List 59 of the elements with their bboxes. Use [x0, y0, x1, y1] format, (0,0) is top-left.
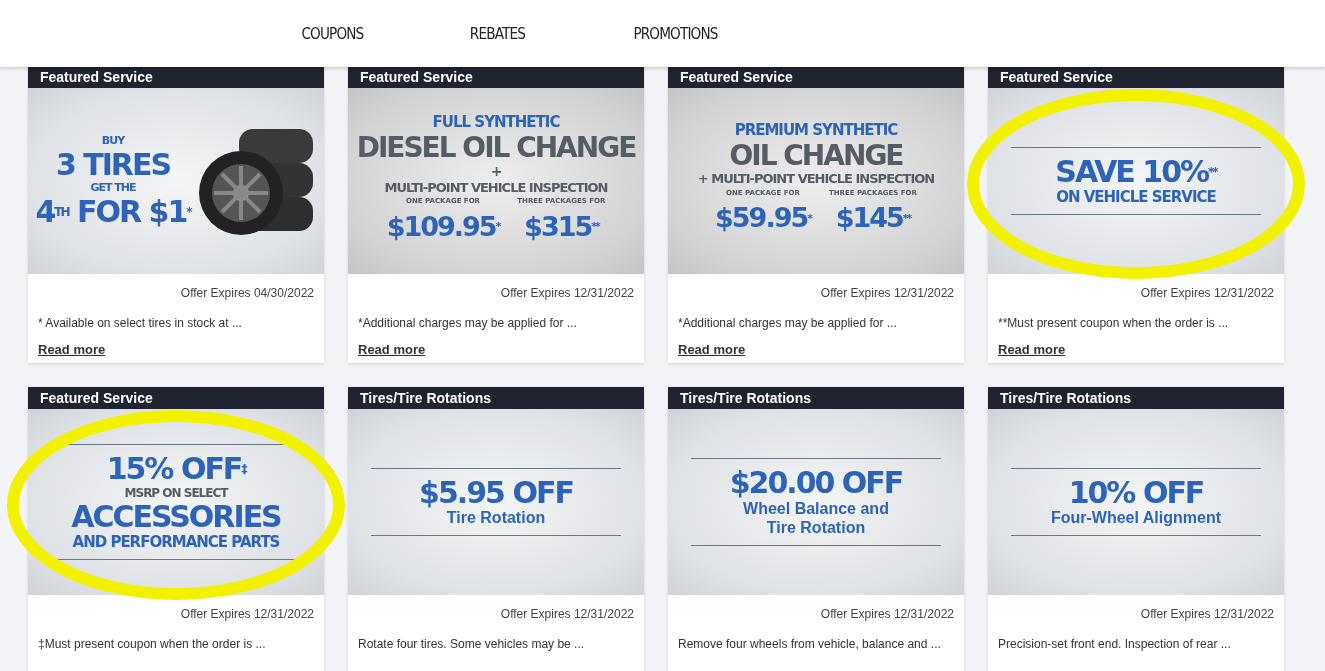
offer-description: * Available on select tires in stock at ...	[38, 315, 243, 332]
card-category: Featured Service	[348, 66, 644, 88]
offer-expiry: Offer Expires 12/31/2022	[1139, 285, 1274, 302]
banner-text: + MULTI-POINT VEHICLE INSPECTION	[697, 172, 935, 186]
offer-description: **Must present coupon when the order is ...	[998, 315, 1230, 332]
price-amount: $315$^{**}$	[524, 209, 599, 244]
banner-text: 10% OFF	[1068, 476, 1204, 509]
offer-description: Precision-set front end. Inspection of rear ...	[998, 636, 1232, 653]
card-category: Tires/Tire Rotations	[348, 387, 644, 409]
card-category: Tires/Tire Rotations	[988, 387, 1284, 409]
banner-text: Tire Rotation	[446, 510, 546, 528]
offer-expiry: Offer Expires 12/31/2022	[1139, 606, 1274, 623]
nav-tab[interactable]: PROMOTIONS	[633, 21, 718, 46]
banner-text: 3 TIRES	[55, 148, 171, 180]
read-more-link[interactable]: Read more	[998, 342, 1066, 357]
price-amount: $59.95$^{*}$	[715, 201, 811, 236]
offer-expiry: Offer Expires 12/31/2022	[179, 606, 314, 623]
banner-text: Tire Rotation	[766, 519, 866, 537]
offer-expiry: Offer Expires 12/31/2022	[499, 285, 634, 302]
banner-text: ON VEHICLE SERVICE	[1056, 189, 1216, 206]
banner-text: $20.00 OFF	[729, 467, 903, 499]
card-category: Tires/Tire Rotations	[668, 387, 964, 409]
banner-text: $5.95 OFF	[419, 476, 573, 509]
card-category: Featured Service	[988, 66, 1284, 88]
read-more-link[interactable]: Read more	[358, 342, 426, 357]
nav-tab[interactable]: COUPONS	[301, 21, 364, 46]
banner-text: MULTI-POINT VEHICLE INSPECTION	[384, 180, 608, 195]
offer-description: Remove four wheels from vehicle, balance and ...	[678, 636, 942, 653]
offer-expiry: Offer Expires 12/31/2022	[819, 285, 954, 302]
offer-expiry: Offer Expires 12/31/2022	[819, 606, 954, 623]
price-amount: $109.95$^{*}$	[386, 209, 500, 244]
banner-text: FULL SYNTHETIC	[432, 114, 560, 131]
banner-text: AND PERFORMANCE PARTS	[72, 534, 280, 551]
banner-text: DIESEL OIL CHANGE	[356, 132, 636, 162]
banner-text: MSRP ON SELECT	[124, 486, 228, 500]
banner-text: 4$^{TH}$ FOR $1$^{*}$	[35, 195, 191, 228]
card-category: Featured Service	[28, 387, 324, 409]
banner-text: BUY	[101, 134, 125, 147]
banner-text: 15% OFF$^{‡}$	[106, 453, 246, 485]
offer-description: *Additional charges may be applied for ...	[358, 315, 578, 332]
offer-description: *Additional charges may be applied for ...	[678, 315, 898, 332]
read-more-link[interactable]: Read more	[38, 342, 106, 357]
offer-description: Rotate four tires. Some vehicles may be ...	[358, 636, 586, 653]
banner-text: OIL CHANGE	[729, 140, 903, 171]
card-category: Featured Service	[28, 66, 324, 88]
nav-tab[interactable]: REBATES	[469, 21, 525, 46]
offer-expiry: Offer Expires 12/31/2022	[499, 606, 634, 623]
read-more-link[interactable]: Read more	[678, 342, 746, 357]
banner-text: +	[490, 163, 502, 179]
card-category: Featured Service	[668, 66, 964, 88]
price-amount: $145$^{**}$	[835, 201, 911, 236]
banner-text: Wheel Balance and	[743, 500, 889, 518]
banner-text: Four-Wheel Alignment	[1050, 510, 1222, 528]
banner-text: PREMIUM SYNTHETIC	[734, 123, 898, 139]
banner-text: ACCESSORIES	[71, 501, 281, 533]
offer-expiry: Offer Expires 04/30/2022	[179, 285, 314, 302]
offer-description: ‡Must present coupon when the order is ...	[38, 636, 267, 653]
banner-text: GET THE	[90, 182, 136, 194]
banner-text: SAVE 10%$^{**}$	[1055, 156, 1217, 188]
